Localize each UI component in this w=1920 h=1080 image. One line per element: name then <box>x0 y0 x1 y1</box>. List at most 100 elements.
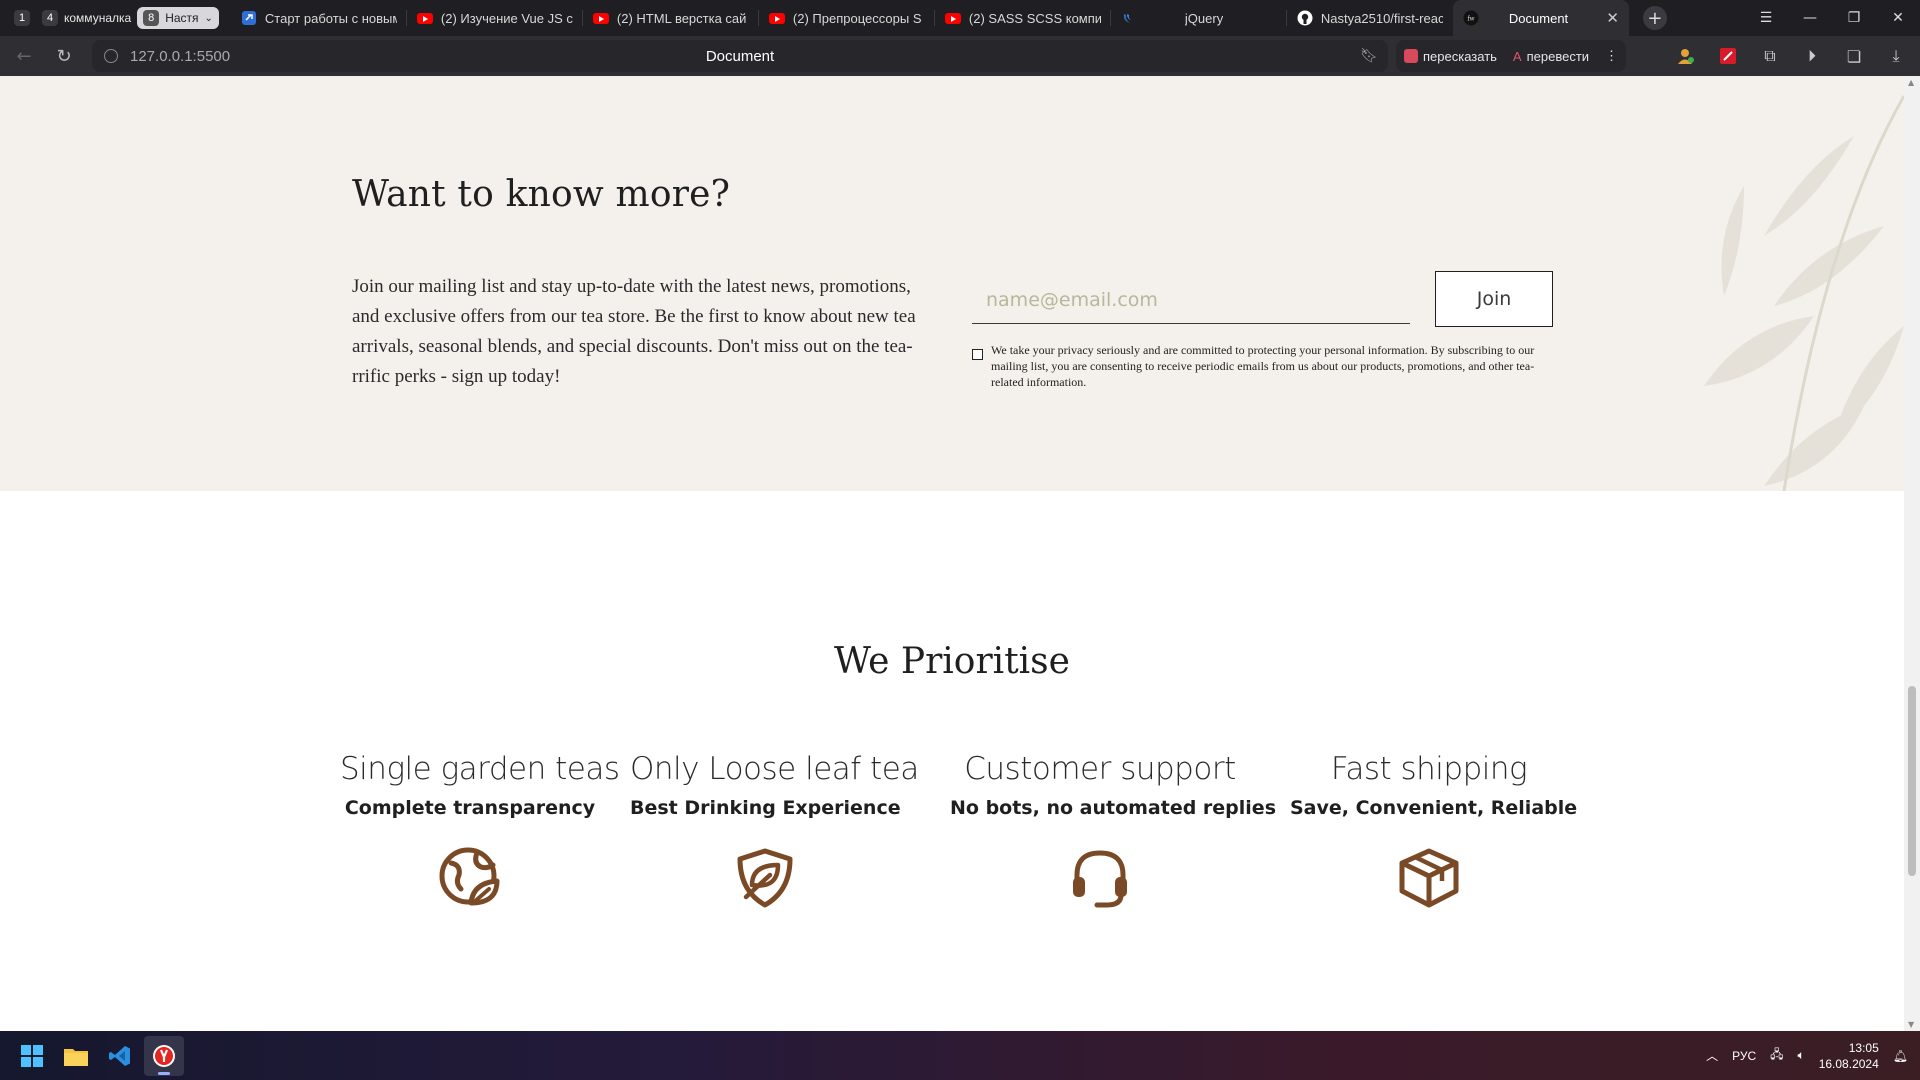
github-icon <box>1297 10 1313 26</box>
newsletter-title: Want to know more? <box>352 174 731 215</box>
summarize-icon <box>1404 49 1418 63</box>
close-window-icon[interactable]: ✕ <box>1876 0 1920 36</box>
join-button[interactable]: Join <box>1435 271 1553 327</box>
tab-title: Nastya2510/first-react <box>1320 10 1443 26</box>
privacy-checkbox[interactable] <box>972 349 983 360</box>
prioritise-title: We Prioritise <box>834 641 1070 682</box>
newsletter-description: Join our mailing list and stay up-to-dat… <box>352 276 916 387</box>
feature-item: Only Loose leaf tea Best Drinking Experi… <box>630 751 919 915</box>
link-icon <box>241 10 257 26</box>
omnibox[interactable]: 127.0.0.1:5500 Document 🔖︎ <box>92 40 1388 72</box>
headset-icon <box>1073 850 1127 908</box>
yandex-browser-icon[interactable] <box>144 1035 184 1076</box>
language-indicator[interactable]: РУС <box>1732 1049 1756 1063</box>
tab-document[interactable]: fw Document ✕ <box>1452 0 1629 36</box>
newsletter-section: Want to know more? Join our mailing list… <box>0 76 1904 491</box>
tab-group-count: 8 <box>143 10 160 26</box>
reload-icon[interactable]: ↻ <box>48 40 80 72</box>
site-info-icon[interactable] <box>104 49 118 63</box>
youtube-icon <box>944 12 961 24</box>
feature-subtitle: Complete transparency <box>344 797 596 819</box>
youtube-icon <box>592 12 609 24</box>
url-text: 127.0.0.1:5500 <box>130 47 231 65</box>
tab-sass[interactable]: (2) SASS SCSS компи <box>935 0 1111 36</box>
scrollbar-thumb[interactable] <box>1908 686 1916 876</box>
page-scrollbar[interactable]: ▲ ▼ <box>1904 76 1920 1031</box>
features-list: Single garden teas Complete transparency… <box>340 751 1578 931</box>
browser-address-bar: ← ↻ 127.0.0.1:5500 Document 🔖︎ пересказа… <box>0 36 1920 76</box>
tab-title: Document <box>1508 10 1569 26</box>
minimize-icon[interactable]: — <box>1788 0 1832 36</box>
clock[interactable]: 13:05 16.08.2024 <box>1819 1040 1879 1072</box>
leaf-shield-icon <box>737 848 793 908</box>
tab-title: jQuery <box>1184 10 1224 26</box>
feature-subtitle: Save, Convenient, Reliable <box>1290 797 1578 819</box>
youtube-icon <box>416 12 433 24</box>
tab-group-label: Настя <box>165 11 199 25</box>
feature-item: Single garden teas Complete transparency <box>340 751 620 915</box>
box-icon <box>1399 848 1459 908</box>
document-icon: fw <box>1463 10 1479 26</box>
network-icon[interactable]: 🖧︎ <box>1770 1045 1783 1066</box>
tab-html[interactable]: (2) HTML верстка сай <box>583 0 759 36</box>
tab-title: (2) SASS SCSS компи <box>968 10 1101 26</box>
profile-extension-icon[interactable] <box>1672 42 1700 70</box>
feature-title: Single garden teas <box>340 751 620 787</box>
tab-group-count: 4 <box>42 10 58 26</box>
downloads-icon[interactable]: ⤓ <box>1882 42 1910 70</box>
youtube-icon <box>768 12 785 24</box>
tab-start[interactable]: Старт работы с новым <box>231 0 407 36</box>
window-controls: ☰ — ❐ ✕ <box>1744 0 1920 36</box>
windows-start-icon[interactable] <box>12 1036 52 1076</box>
tab-group-nastya[interactable]: 8 Настя ⌄ <box>137 7 219 29</box>
ai-tools: пересказать A перевести ⋮ <box>1396 40 1627 72</box>
browser-tab-bar: 1 4 коммуналка 8 Настя ⌄ Старт работы с … <box>0 0 1920 36</box>
summarize-button[interactable]: пересказать <box>1404 49 1497 64</box>
page-viewport: Want to know more? Join our mailing list… <box>0 76 1904 1031</box>
tab-github[interactable]: Nastya2510/first-react <box>1287 0 1453 36</box>
feature-title: Only Loose leaf tea <box>630 751 919 787</box>
media-play-icon[interactable]: ⏵ <box>1798 42 1826 70</box>
prioritise-section: We Prioritise Single garden teas Complet… <box>0 491 1904 1031</box>
page-title: Document <box>705 47 775 65</box>
vscode-icon[interactable] <box>100 1036 140 1076</box>
more-options-icon[interactable]: ⋮ <box>1605 48 1618 64</box>
tab-group-1[interactable]: 1 <box>8 7 36 29</box>
summarize-label: пересказать <box>1423 48 1497 64</box>
menu-icon[interactable]: ☰ <box>1744 0 1788 36</box>
chevron-down-icon: ⌄ <box>204 12 213 24</box>
show-hidden-icons-icon[interactable]: ︿ <box>1706 1047 1718 1064</box>
color-picker-extension-icon[interactable] <box>1714 42 1742 70</box>
notification-bell-icon[interactable]: 🔔︎ <box>1893 1049 1908 1063</box>
tab-group-kommunalka[interactable]: 4 коммуналка <box>36 7 137 29</box>
tab-vue[interactable]: (2) Изучение Vue JS с <box>407 0 583 36</box>
tab-jquery[interactable]: jQuery <box>1111 0 1287 36</box>
collections-icon[interactable]: ❏ <box>1840 42 1868 70</box>
tab-groups: 1 4 коммуналка 8 Настя ⌄ <box>8 6 219 30</box>
feature-title: Customer support <box>964 751 1236 787</box>
extensions-puzzle-icon[interactable]: ⧉ <box>1756 42 1784 70</box>
privacy-text: We take your privacy seriously and are c… <box>991 343 1535 389</box>
translate-button[interactable]: A перевести <box>1513 49 1589 64</box>
tab-title: (2) Изучение Vue JS с <box>440 10 573 26</box>
back-arrow-icon[interactable]: ← <box>8 40 40 72</box>
clock-time: 13:05 <box>1848 1040 1879 1055</box>
privacy-consent: We take your privacy seriously and are c… <box>972 342 1556 390</box>
new-tab-button[interactable]: + <box>1642 6 1667 30</box>
translate-icon: A <box>1512 48 1522 64</box>
tab-title: (2) HTML верстка сай <box>616 10 747 26</box>
feature-item: Fast shipping Save, Convenient, Reliable <box>1290 751 1578 915</box>
extensions-bar: ⧉ ⏵ ❏ ⤓ <box>1672 40 1910 72</box>
translate-label: перевести <box>1526 48 1590 64</box>
file-explorer-icon[interactable] <box>56 1036 96 1076</box>
tab-preprocessors[interactable]: (2) Препроцессоры S <box>759 0 935 36</box>
close-tab-icon[interactable]: ✕ <box>1606 9 1619 27</box>
email-input[interactable] <box>972 276 1410 324</box>
feature-item: Customer support No bots, no automated r… <box>950 751 1276 915</box>
bookmark-icon[interactable]: 🔖︎ <box>1360 48 1378 64</box>
svg-text:fw: fw <box>1467 16 1475 23</box>
volume-icon[interactable]: 🔈︎ <box>1798 1048 1805 1063</box>
scroll-down-arrow-icon[interactable]: ▼ <box>1908 1020 1914 1029</box>
restore-icon[interactable]: ❐ <box>1832 0 1876 36</box>
scroll-up-arrow-icon[interactable]: ▲ <box>1908 78 1914 87</box>
